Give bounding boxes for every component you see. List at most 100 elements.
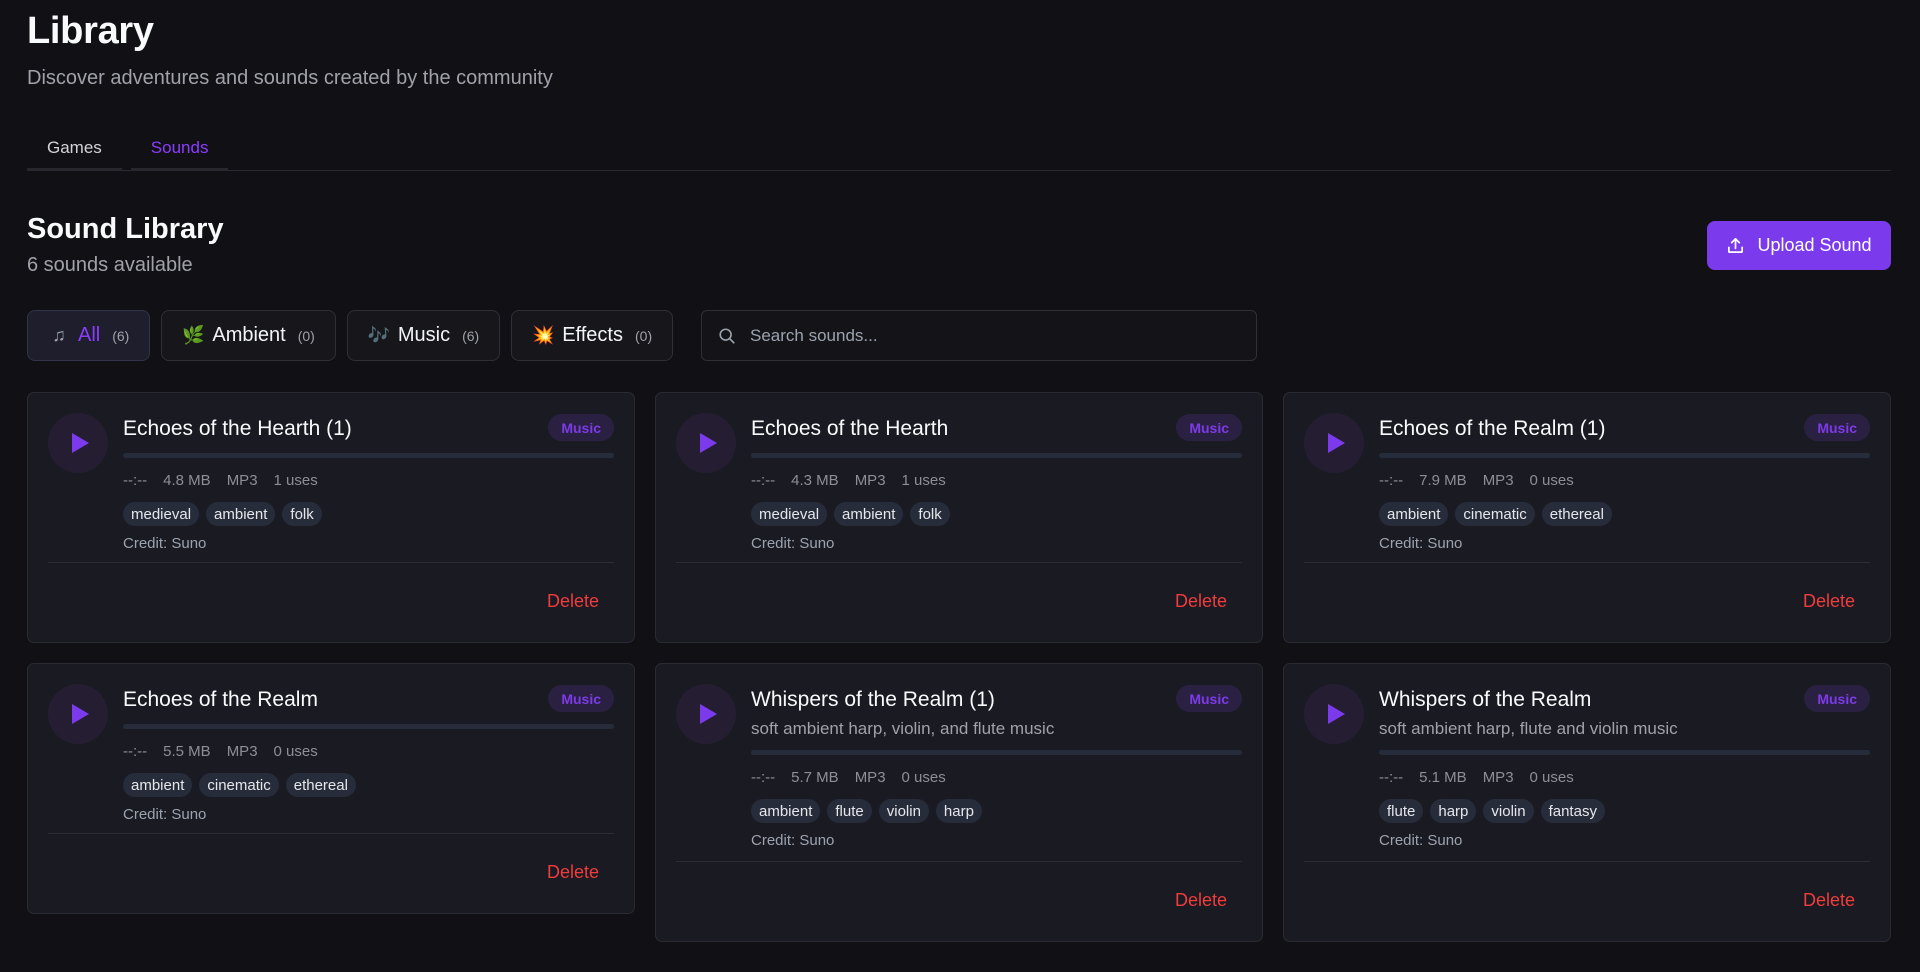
play-button[interactable] <box>1304 413 1364 473</box>
tag: ambient <box>123 773 193 797</box>
filter-music[interactable]: 🎶 Music (6) <box>346 310 501 361</box>
card-divider <box>676 562 1242 563</box>
delete-button[interactable]: Delete <box>547 591 599 612</box>
sound-format: MP3 <box>1482 769 1514 786</box>
play-icon <box>72 433 89 453</box>
playback-progress[interactable] <box>1379 453 1870 458</box>
category-badge: Music <box>1804 685 1870 712</box>
sound-duration: --:-- <box>751 769 776 786</box>
category-badge: Music <box>548 414 614 441</box>
tag: fantasy <box>1540 799 1605 823</box>
sound-tags: ambient cinematic ethereal <box>123 773 614 797</box>
sound-duration: --:-- <box>123 472 148 489</box>
tag: harp <box>935 799 982 823</box>
tag: ambient <box>1379 502 1449 526</box>
tag: folk <box>282 502 322 526</box>
sound-size: 4.3 MB <box>791 472 839 489</box>
sound-size: 4.8 MB <box>163 472 211 489</box>
sound-grid: Echoes of the Hearth (1) --:-- 4.8 MB MP… <box>27 392 1891 942</box>
category-filters: ♫ All (6) 🌿 Ambient (0) 🎶 Music (6) 💥 Ef… <box>27 310 674 361</box>
sound-credit: Credit: Suno <box>751 832 835 849</box>
sound-meta: --:-- 5.7 MB MP3 0 uses <box>751 769 1242 786</box>
play-button[interactable] <box>48 684 108 744</box>
sound-count: 6 sounds available <box>27 254 193 276</box>
search-input[interactable] <box>750 325 1230 346</box>
sound-size: 5.7 MB <box>791 769 839 786</box>
sound-format: MP3 <box>854 769 886 786</box>
sound-meta: --:-- 5.5 MB MP3 0 uses <box>123 743 614 760</box>
play-button[interactable] <box>1304 684 1364 744</box>
tag: medieval <box>751 502 828 526</box>
playback-progress[interactable] <box>751 750 1242 755</box>
card-divider <box>1304 562 1870 563</box>
category-badge: Music <box>1804 414 1870 441</box>
sound-title: Echoes of the Hearth <box>751 417 949 440</box>
sound-size: 5.1 MB <box>1419 769 1467 786</box>
sound-credit: Credit: Suno <box>1379 832 1463 849</box>
playback-progress[interactable] <box>123 453 614 458</box>
tag: violin <box>878 799 929 823</box>
sound-tags: medieval ambient folk <box>123 502 614 526</box>
filter-music-label: Music <box>397 324 451 346</box>
playback-progress[interactable] <box>1379 750 1870 755</box>
filter-ambient[interactable]: 🌿 Ambient (0) <box>161 310 336 361</box>
delete-button[interactable]: Delete <box>1803 890 1855 911</box>
filter-effects[interactable]: 💥 Effects (0) <box>511 310 674 361</box>
sound-credit: Credit: Suno <box>123 806 207 823</box>
play-button[interactable] <box>676 413 736 473</box>
delete-button[interactable]: Delete <box>547 862 599 883</box>
tag: ethereal <box>285 773 356 797</box>
tab-games[interactable]: Games <box>27 127 122 171</box>
sound-tags: medieval ambient folk <box>751 502 1242 526</box>
play-icon <box>1328 704 1345 724</box>
card-divider <box>48 833 614 834</box>
category-badge: Music <box>1176 414 1242 441</box>
tag: ambient <box>206 502 276 526</box>
sound-tags: ambient flute violin harp <box>751 799 1242 823</box>
play-button[interactable] <box>676 684 736 744</box>
sound-uses: 1 uses <box>901 472 946 489</box>
play-icon <box>72 704 89 724</box>
sound-title: Whispers of the Realm (1) <box>751 688 995 711</box>
tag: medieval <box>123 502 200 526</box>
explosion-icon: 💥 <box>532 325 555 345</box>
sound-format: MP3 <box>226 743 258 760</box>
card-body: Echoes of the Realm --:-- 5.5 MB MP3 0 u… <box>123 686 614 823</box>
tab-sounds[interactable]: Sounds <box>130 127 229 171</box>
playback-progress[interactable] <box>123 724 614 729</box>
tag: flute <box>827 799 872 823</box>
sound-card: Echoes of the Hearth (1) --:-- 4.8 MB MP… <box>27 392 635 643</box>
sound-card: Echoes of the Realm (1) --:-- 7.9 MB MP3… <box>1283 392 1891 643</box>
tag: ethereal <box>1541 502 1612 526</box>
page-title: Library <box>27 10 154 52</box>
search-box <box>701 310 1257 361</box>
sound-title: Echoes of the Hearth (1) <box>123 417 352 440</box>
upload-icon <box>1728 237 1744 254</box>
delete-button[interactable]: Delete <box>1803 591 1855 612</box>
card-divider <box>676 861 1242 862</box>
sound-card: Whispers of the Realm (1) soft ambient h… <box>655 663 1263 942</box>
sound-duration: --:-- <box>751 472 776 489</box>
play-icon <box>700 433 717 453</box>
sound-format: MP3 <box>1482 472 1514 489</box>
card-body: Echoes of the Hearth (1) --:-- 4.8 MB MP… <box>123 415 614 552</box>
play-icon <box>700 704 717 724</box>
sound-meta: --:-- 5.1 MB MP3 0 uses <box>1379 769 1870 786</box>
card-divider <box>48 562 614 563</box>
play-button[interactable] <box>48 413 108 473</box>
sound-uses: 0 uses <box>1529 769 1574 786</box>
filter-music-count: (6) <box>462 327 480 344</box>
playback-progress[interactable] <box>751 453 1242 458</box>
upload-sound-button[interactable]: Upload Sound <box>1707 221 1891 270</box>
card-body: Echoes of the Realm (1) --:-- 7.9 MB MP3… <box>1379 415 1870 552</box>
delete-button[interactable]: Delete <box>1175 890 1227 911</box>
delete-button[interactable]: Delete <box>1175 591 1227 612</box>
sound-duration: --:-- <box>1379 769 1404 786</box>
card-body: Whispers of the Realm (1) soft ambient h… <box>751 686 1242 849</box>
tag: ambient <box>751 799 821 823</box>
tag: flute <box>1379 799 1424 823</box>
leaf-icon: 🌿 <box>182 325 205 345</box>
filter-effects-count: (0) <box>635 327 653 344</box>
filter-all[interactable]: ♫ All (6) <box>27 310 151 361</box>
sound-format: MP3 <box>226 472 258 489</box>
